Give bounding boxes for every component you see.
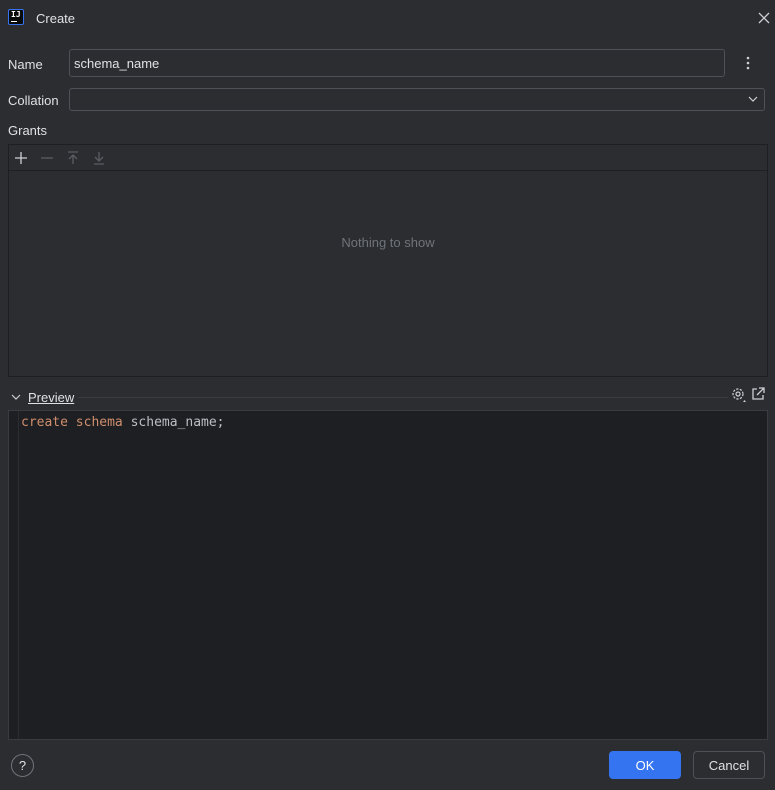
grants-label: Grants xyxy=(8,123,48,138)
more-options-icon[interactable] xyxy=(740,54,756,72)
editor-gutter xyxy=(18,411,19,739)
cancel-button[interactable]: Cancel xyxy=(693,751,765,779)
code-line: create schema schema_name; xyxy=(21,415,225,430)
window-title: Create xyxy=(36,11,76,26)
grants-toolbar xyxy=(9,145,767,171)
chevron-down-icon[interactable] xyxy=(11,392,21,402)
help-button[interactable]: ? xyxy=(11,754,34,777)
preview-toggle[interactable]: Preview xyxy=(28,390,74,405)
close-icon[interactable] xyxy=(756,10,772,26)
name-input[interactable] xyxy=(69,49,725,77)
move-down-icon[interactable] xyxy=(91,150,107,166)
remove-icon[interactable] xyxy=(39,150,55,166)
name-label: Name xyxy=(8,57,43,72)
ok-button[interactable]: OK xyxy=(609,751,681,779)
empty-state-text: Nothing to show xyxy=(341,235,435,250)
chevron-down-icon xyxy=(748,96,758,102)
keyword-create: create xyxy=(21,415,68,430)
open-in-editor-icon[interactable] xyxy=(750,386,766,402)
gear-icon[interactable] xyxy=(730,386,748,404)
divider xyxy=(78,397,728,398)
add-icon[interactable] xyxy=(13,150,29,166)
move-up-icon[interactable] xyxy=(65,150,81,166)
collation-dropdown[interactable] xyxy=(69,88,765,111)
preview-header: Preview xyxy=(8,386,768,408)
schema-identifier: schema_name; xyxy=(130,415,225,430)
grants-table: Nothing to show xyxy=(8,144,768,377)
title-bar: IJ Create xyxy=(0,0,775,36)
keyword-schema: schema xyxy=(75,415,123,430)
intellij-logo-icon: IJ xyxy=(8,9,24,25)
collation-label: Collation xyxy=(8,93,59,108)
sql-preview-editor[interactable]: create schema schema_name; xyxy=(8,410,768,740)
